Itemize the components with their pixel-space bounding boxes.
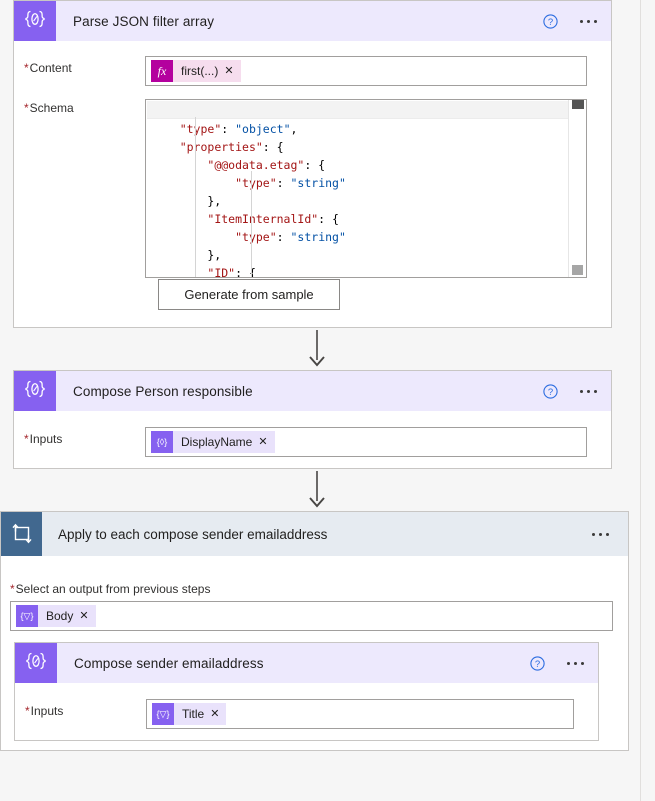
loop-icon [1,512,42,556]
page-right-edge [640,0,655,801]
card-header-actions: ? [543,371,599,411]
select-output-label: Select an output from previous steps [10,582,628,596]
card-title-compose-person: Compose Person responsible [73,383,253,399]
inputs-input-compose-person[interactable]: {◊} DisplayName ✕ [145,427,587,457]
inputs-input-compose-sender[interactable]: {▽} Title ✕ [146,699,574,729]
svg-text:?: ? [535,659,540,670]
help-icon[interactable]: ? [543,13,558,29]
remove-token-icon[interactable]: ✕ [210,708,226,720]
token-label: Body [46,609,74,623]
schema-code-text[interactable]: { "type": "object", "properties": { "@@o… [146,100,586,278]
more-commands-icon[interactable] [590,527,611,542]
schema-key-item-internal-id: "ItemInternalId" [207,212,319,226]
schema-key-type-2: "type" [235,176,277,190]
schema-key-type: "type" [179,122,222,136]
connector-arrow-1 [309,330,325,367]
card-header-actions: ? [543,1,599,41]
field-label-inputs: Inputs [15,699,146,718]
field-row-schema: Schema { "type": "object", "properties":… [14,99,611,278]
field-label-content: Content [14,56,145,75]
card-title-parse-json: Parse JSON filter array [73,13,215,29]
fx-icon: fx [151,60,173,82]
compose-braces-icon [15,643,57,683]
field-row-inputs: Inputs {◊} DisplayName ✕ [14,427,611,457]
select-output-input[interactable]: {▽} Body ✕ [10,601,613,631]
scope-header-actions [590,512,611,556]
indent-guide-1 [195,117,196,277]
compose-braces-icon [14,1,56,41]
card-header-actions: ? [530,643,586,683]
action-card-compose-sender[interactable]: Compose sender emailaddress ? * Inputs {… [14,642,599,741]
schema-key-type-3: "type" [235,230,277,244]
field-label-inputs: Inputs [14,427,145,446]
schema-active-line [147,101,568,119]
more-commands-icon[interactable] [578,14,599,29]
card-title-compose-sender: Compose sender emailaddress [74,655,264,671]
indent-guide-2 [251,171,252,225]
token-label: Title [182,707,205,721]
scrollbar-corner [572,265,583,275]
schema-editor[interactable]: { "type": "object", "properties": { "@@o… [145,99,587,278]
card-header-parse-json[interactable]: Parse JSON filter array ? [14,1,611,41]
field-row-inputs: Inputs {▽} Title ✕ [15,699,598,729]
card-header-compose-person[interactable]: Compose Person responsible ? [14,371,611,411]
indent-guide-3 [251,225,252,277]
help-icon[interactable]: ? [543,383,558,399]
more-commands-icon[interactable] [578,384,599,399]
remove-token-icon[interactable]: ✕ [258,436,274,448]
remove-token-icon[interactable]: ✕ [79,610,95,622]
token-label: DisplayName [181,435,253,449]
help-icon[interactable]: ? [530,655,545,671]
schema-scrollbar[interactable] [568,100,586,277]
card-body-compose-person: Inputs {◊} DisplayName ✕ [14,427,611,457]
field-row-content: Content fx first(...) ✕ [14,56,611,86]
select-output-field: Select an output from previous steps {▽}… [1,556,628,631]
dynamic-content-icon: {▽} [152,703,174,725]
dynamic-token-body[interactable]: {▽} Body ✕ [16,605,96,627]
card-header-compose-sender[interactable]: Compose sender emailaddress ? [15,643,598,683]
remove-token-icon[interactable]: ✕ [224,65,240,77]
action-card-compose-person[interactable]: Compose Person responsible ? Inputs [13,370,612,469]
field-label-schema: Schema [14,99,145,115]
schema-key-properties: "properties" [179,140,263,154]
dynamic-content-icon: {▽} [16,605,38,627]
card-body-compose-sender: Inputs {▽} Title ✕ [15,699,598,729]
generate-from-sample-button[interactable]: Generate from sample [158,279,340,310]
scope-body-apply-to-each: Select an output from previous steps {▽}… [1,556,628,741]
dynamic-content-icon: {◊} [151,431,173,453]
svg-text:?: ? [548,387,553,398]
schema-val-string-1: "string" [290,176,346,190]
token-label: first(...) [181,64,219,78]
schema-key-id: "ID" [207,266,236,278]
action-card-parse-json[interactable]: Parse JSON filter array ? Content [13,0,612,328]
scrollbar-thumb[interactable] [572,100,584,109]
scope-header-apply-to-each[interactable]: Apply to each compose sender emailaddres… [1,512,628,556]
flow-designer-canvas: Parse JSON filter array ? Content [0,0,655,801]
schema-val-string-2: "string" [290,230,346,244]
card-body-parse-json: Content fx first(...) ✕ Schema [14,56,611,310]
schema-key-odata-etag: "@@odata.etag" [207,158,305,172]
scope-apply-to-each[interactable]: Apply to each compose sender emailaddres… [0,511,629,751]
scope-title-apply-to-each: Apply to each compose sender emailaddres… [58,526,328,542]
more-commands-icon[interactable] [565,656,586,671]
schema-val-object: "object" [235,122,291,136]
dynamic-token-displayname[interactable]: {◊} DisplayName ✕ [151,431,275,453]
content-input[interactable]: fx first(...) ✕ [145,56,587,86]
svg-text:?: ? [548,17,553,28]
expression-token-first[interactable]: fx first(...) ✕ [151,60,241,82]
dynamic-token-title[interactable]: {▽} Title ✕ [152,703,227,725]
connector-arrow-2 [309,471,325,508]
compose-braces-icon [14,371,56,411]
